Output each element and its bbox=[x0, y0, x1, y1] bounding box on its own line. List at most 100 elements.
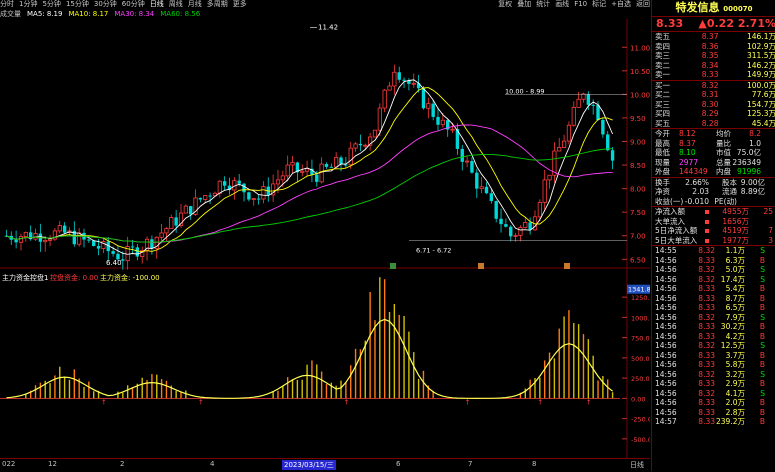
bids-price: 8.32 bbox=[701, 80, 719, 90]
period-tab-0[interactable]: 分时 bbox=[0, 0, 14, 9]
month-tick: 4 bbox=[210, 460, 215, 468]
stat-value: 91996 bbox=[737, 167, 761, 176]
indicator-line2: 主力资金: -100.00 bbox=[100, 273, 160, 282]
indicator-bar bbox=[34, 385, 37, 399]
candle bbox=[208, 192, 212, 204]
period-tab-2[interactable]: 5分钟 bbox=[42, 0, 60, 9]
period-tab-9[interactable]: 多周期 bbox=[207, 0, 228, 9]
candle bbox=[557, 137, 562, 152]
indicator-bar bbox=[602, 375, 604, 399]
bids-row[interactable]: 买五 8.28 45.4万 bbox=[652, 119, 775, 129]
bids-row[interactable]: 买三 8.30 154.7万 bbox=[652, 100, 775, 110]
tick-volume: 8.7万 bbox=[725, 293, 745, 303]
tick-time: 14:56 bbox=[655, 331, 677, 341]
asks-row[interactable]: 卖二 8.34 146.2万 bbox=[652, 61, 775, 71]
tick-row: 14:56 8.32 5.0万 S bbox=[652, 265, 775, 275]
stat2-key: 净资 bbox=[655, 187, 670, 196]
indicator-bar bbox=[175, 390, 177, 399]
stat-row: 最高 8.37 量比 1.0 bbox=[652, 139, 775, 149]
flow-label: 净流入额 bbox=[655, 207, 685, 216]
candle bbox=[334, 152, 339, 168]
stat2-value: 8.89亿 bbox=[740, 187, 765, 196]
asks-price: 8.35 bbox=[701, 51, 719, 60]
stat-value: 1.0 bbox=[749, 138, 761, 148]
tick-volume: 6.5万 bbox=[725, 303, 745, 312]
price-axis-label: 6.50 bbox=[630, 256, 646, 264]
flow-bar-icon bbox=[705, 236, 713, 246]
signal-arrow-icon: ↑ bbox=[343, 398, 349, 406]
flow-label: 5日大单流入 bbox=[655, 235, 698, 245]
candle bbox=[561, 134, 567, 149]
tick-side: S bbox=[760, 341, 765, 350]
flow-bar-icon bbox=[705, 217, 713, 227]
price-axis-label: 10.50 bbox=[630, 68, 650, 76]
indicator-title: 主力资金控盘1 bbox=[2, 273, 48, 282]
indicator-highlight: 1341.83 bbox=[628, 286, 650, 294]
indicator-bar bbox=[563, 316, 565, 399]
indicator-bar bbox=[558, 328, 560, 399]
candle bbox=[353, 142, 358, 152]
period-tab-7[interactable]: 周线 bbox=[169, 0, 183, 9]
tick-side: B bbox=[759, 407, 765, 417]
stat2-value bbox=[737, 197, 765, 207]
period-tab-6[interactable]: 日线 bbox=[150, 0, 164, 9]
asks-row[interactable]: 卖五 8.37 146.1万 bbox=[652, 32, 775, 42]
bids-row[interactable]: 买二 8.31 77.6万 bbox=[652, 90, 775, 100]
bids-row[interactable]: 买四 8.29 125.3万 bbox=[652, 109, 775, 119]
bids-label: 买二 bbox=[655, 90, 670, 99]
flow-extra: 3 bbox=[768, 235, 773, 245]
period-tab-4[interactable]: 30分钟 bbox=[94, 0, 117, 9]
candle bbox=[397, 66, 401, 83]
stat-key: 市值 bbox=[716, 148, 731, 157]
tick-volume: 5.0万 bbox=[725, 265, 745, 274]
candle bbox=[372, 129, 378, 138]
tool-button-2[interactable]: 统计 bbox=[536, 0, 550, 9]
stat-key: 量比 bbox=[716, 138, 731, 148]
signal-arrow-icon: ↑ bbox=[586, 398, 592, 406]
asks-row[interactable]: 卖一 8.33 149.9万 bbox=[652, 70, 775, 80]
indicator-axis-label: -500.00 bbox=[631, 436, 650, 444]
tool-button-7[interactable]: 返回 bbox=[636, 0, 650, 9]
asks-row[interactable]: 卖三 8.35 311.5万 bbox=[652, 51, 775, 61]
period-tab-1[interactable]: 1分钟 bbox=[19, 0, 37, 9]
tool-button-3[interactable]: 画线 bbox=[555, 0, 569, 9]
high-annotation: 11.42 bbox=[318, 23, 338, 31]
tick-price: 8.32 bbox=[698, 369, 715, 379]
bids-label: 买五 bbox=[655, 118, 670, 128]
ma10-line bbox=[6, 87, 613, 253]
bids-volume: 77.6万 bbox=[751, 90, 775, 99]
tick-volume: 239.2万 bbox=[716, 417, 745, 426]
stat2-key: 收益(一) bbox=[655, 196, 684, 206]
tool-button-1[interactable]: 叠加 bbox=[517, 0, 531, 9]
bids-label: 买四 bbox=[655, 109, 670, 118]
tick-volume: 4.1万 bbox=[725, 388, 745, 398]
candle bbox=[581, 92, 586, 103]
kline-chart[interactable]: 11.00 10.50 10.00 9.50 9.00 8.50 8.00 7.50 7.00 6… bbox=[0, 19, 650, 458]
flow-row: 5日大单流入 1977万 3 bbox=[652, 236, 775, 246]
tool-button-0[interactable]: 复权 bbox=[498, 0, 512, 9]
signal-arrow-icon: ↑ bbox=[465, 398, 471, 406]
candle bbox=[426, 97, 431, 119]
tool-button-4[interactable]: F10 bbox=[574, 0, 587, 9]
bids-row[interactable]: 买一 8.32 100.0万 bbox=[652, 81, 775, 91]
event-marker-icon bbox=[390, 263, 396, 269]
bids-price: 8.29 bbox=[701, 109, 719, 118]
candle bbox=[329, 163, 334, 168]
asks-row[interactable]: 卖四 8.36 102.9万 bbox=[652, 42, 775, 52]
period-tab-8[interactable]: 月线 bbox=[188, 0, 202, 9]
period-tab-10[interactable]: 更多 bbox=[233, 0, 247, 9]
indicator-bar bbox=[68, 379, 71, 399]
flow-bar-icon bbox=[705, 226, 713, 236]
price-axis-label: 7.00 bbox=[630, 233, 646, 241]
tool-button-6[interactable]: +自选 bbox=[611, 0, 631, 9]
tool-button-5[interactable]: 标记 bbox=[592, 0, 606, 9]
period-label[interactable]: 日线 bbox=[630, 460, 644, 470]
indicator-bar bbox=[180, 391, 182, 399]
event-marker-icon bbox=[564, 263, 570, 269]
bids-volume: 45.4万 bbox=[751, 118, 775, 128]
indicator-bar bbox=[587, 339, 590, 399]
candles bbox=[4, 64, 615, 270]
period-tab-5[interactable]: 60分钟 bbox=[122, 0, 145, 9]
bids-price: 8.30 bbox=[701, 99, 719, 109]
period-tab-3[interactable]: 15分钟 bbox=[66, 0, 89, 9]
